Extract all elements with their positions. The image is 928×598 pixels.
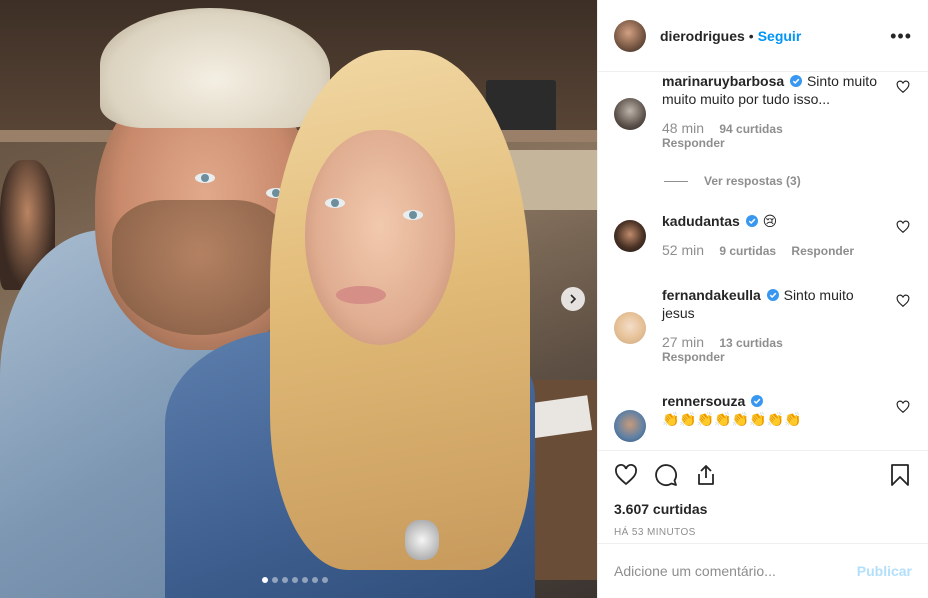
comment-time[interactable]: 27 min	[662, 334, 704, 350]
heart-icon[interactable]	[896, 220, 910, 234]
reply-button[interactable]: Responder	[662, 136, 725, 150]
owner-username[interactable]: dierodrigues	[660, 28, 745, 44]
carousel-dot	[302, 577, 308, 583]
carousel-dot	[272, 577, 278, 583]
comment-item: rennersouza 👏👏👏👏👏👏👏👏	[614, 392, 912, 442]
reply-button[interactable]: Responder	[662, 350, 725, 364]
comment-body: rennersouza 👏👏👏👏👏👏👏👏	[662, 392, 882, 428]
comment-time[interactable]: 52 min	[662, 242, 704, 258]
post-actions: 3.607 curtidas HÁ 53 MINUTOS	[598, 450, 928, 543]
commenter-avatar[interactable]	[614, 312, 646, 344]
carousel-dot	[292, 577, 298, 583]
comment-input[interactable]	[614, 563, 857, 579]
commenter-username[interactable]: kadudantas	[662, 213, 740, 229]
verified-badge-icon	[766, 289, 779, 301]
comment-item: marinaruybarbosa Sinto muito muito muito…	[614, 72, 912, 150]
view-replies-line	[664, 180, 688, 182]
comment-meta: 27 min 13 curtidas Responder	[662, 334, 912, 364]
like-count[interactable]: 3.607 curtidas	[614, 501, 912, 517]
comment-time[interactable]: 48 min	[662, 120, 704, 136]
view-replies-label: Ver respostas (3)	[704, 174, 801, 188]
follow-button[interactable]: Seguir	[758, 28, 802, 44]
photo-woman-eye	[325, 198, 345, 208]
comment-meta: 52 min 9 curtidas Responder	[662, 242, 912, 258]
comment-text: 😢	[762, 213, 778, 229]
owner-avatar[interactable]	[614, 19, 646, 52]
chevron-right-icon	[570, 294, 577, 304]
bookmark-icon[interactable]	[888, 463, 912, 487]
add-comment-bar: Publicar	[598, 543, 928, 598]
commenter-avatar[interactable]	[614, 220, 646, 252]
comment-body: fernandakeulla Sinto muito jesus	[662, 286, 882, 322]
commenter-username[interactable]: marinaruybarbosa	[662, 73, 784, 89]
carousel-next-button[interactable]	[561, 287, 585, 311]
view-replies-button[interactable]: Ver respostas (3)	[664, 174, 801, 188]
commenter-avatar[interactable]	[614, 98, 646, 130]
comment-text: 👏👏👏👏👏👏👏👏	[662, 411, 802, 427]
heart-icon[interactable]	[896, 294, 910, 308]
photo-brooch	[405, 520, 439, 560]
verified-badge-icon	[751, 395, 764, 407]
post-photo[interactable]	[0, 0, 597, 598]
share-icon[interactable]	[694, 463, 718, 487]
post-sidebar: dierodrigues • Seguir ••• marinaruybarbo…	[597, 0, 928, 598]
comment-likes[interactable]: 13 curtidas	[719, 336, 782, 350]
commenter-username[interactable]: fernandakeulla	[662, 287, 761, 303]
photo-man-hair	[100, 8, 330, 128]
comment-list[interactable]: marinaruybarbosa Sinto muito muito muito…	[598, 72, 928, 450]
carousel-dot	[262, 577, 268, 583]
carousel-indicator	[262, 577, 328, 583]
post-header: dierodrigues • Seguir •••	[598, 0, 928, 72]
more-options-icon[interactable]: •••	[890, 27, 912, 45]
reply-button[interactable]: Responder	[791, 244, 854, 258]
comment-item: fernandakeulla Sinto muito jesus 27 min …	[614, 286, 912, 364]
carousel-dot	[312, 577, 318, 583]
comment-body: kadudantas 😢	[662, 212, 882, 230]
comment-icon[interactable]	[654, 463, 678, 487]
carousel-dot	[282, 577, 288, 583]
photo-man-eye	[195, 173, 215, 183]
photo-woman-lips	[336, 286, 386, 304]
action-icons	[614, 461, 912, 489]
commenter-username[interactable]: rennersouza	[662, 393, 745, 409]
comment-item: kadudantas 😢 52 min 9 curtidas Responder	[614, 212, 912, 258]
post-timestamp[interactable]: HÁ 53 MINUTOS	[614, 527, 912, 538]
comment-likes[interactable]: 9 curtidas	[719, 244, 776, 258]
heart-icon[interactable]	[614, 463, 638, 487]
photo-woman-eye	[403, 210, 423, 220]
carousel-dot	[322, 577, 328, 583]
photo-woman-face	[305, 130, 455, 345]
photo-man-beard	[112, 200, 287, 335]
verified-badge-icon	[745, 215, 758, 227]
heart-icon[interactable]	[896, 400, 910, 414]
heart-icon[interactable]	[896, 80, 910, 94]
comment-likes[interactable]: 94 curtidas	[719, 122, 782, 136]
verified-badge-icon	[790, 75, 803, 87]
instagram-post: dierodrigues • Seguir ••• marinaruybarbo…	[0, 0, 928, 598]
comment-meta: 48 min 94 curtidas Responder	[662, 120, 912, 150]
publish-button[interactable]: Publicar	[857, 563, 912, 579]
comment-body: marinaruybarbosa Sinto muito muito muito…	[662, 72, 882, 108]
header-separator: •	[748, 27, 754, 44]
commenter-avatar[interactable]	[614, 410, 646, 442]
